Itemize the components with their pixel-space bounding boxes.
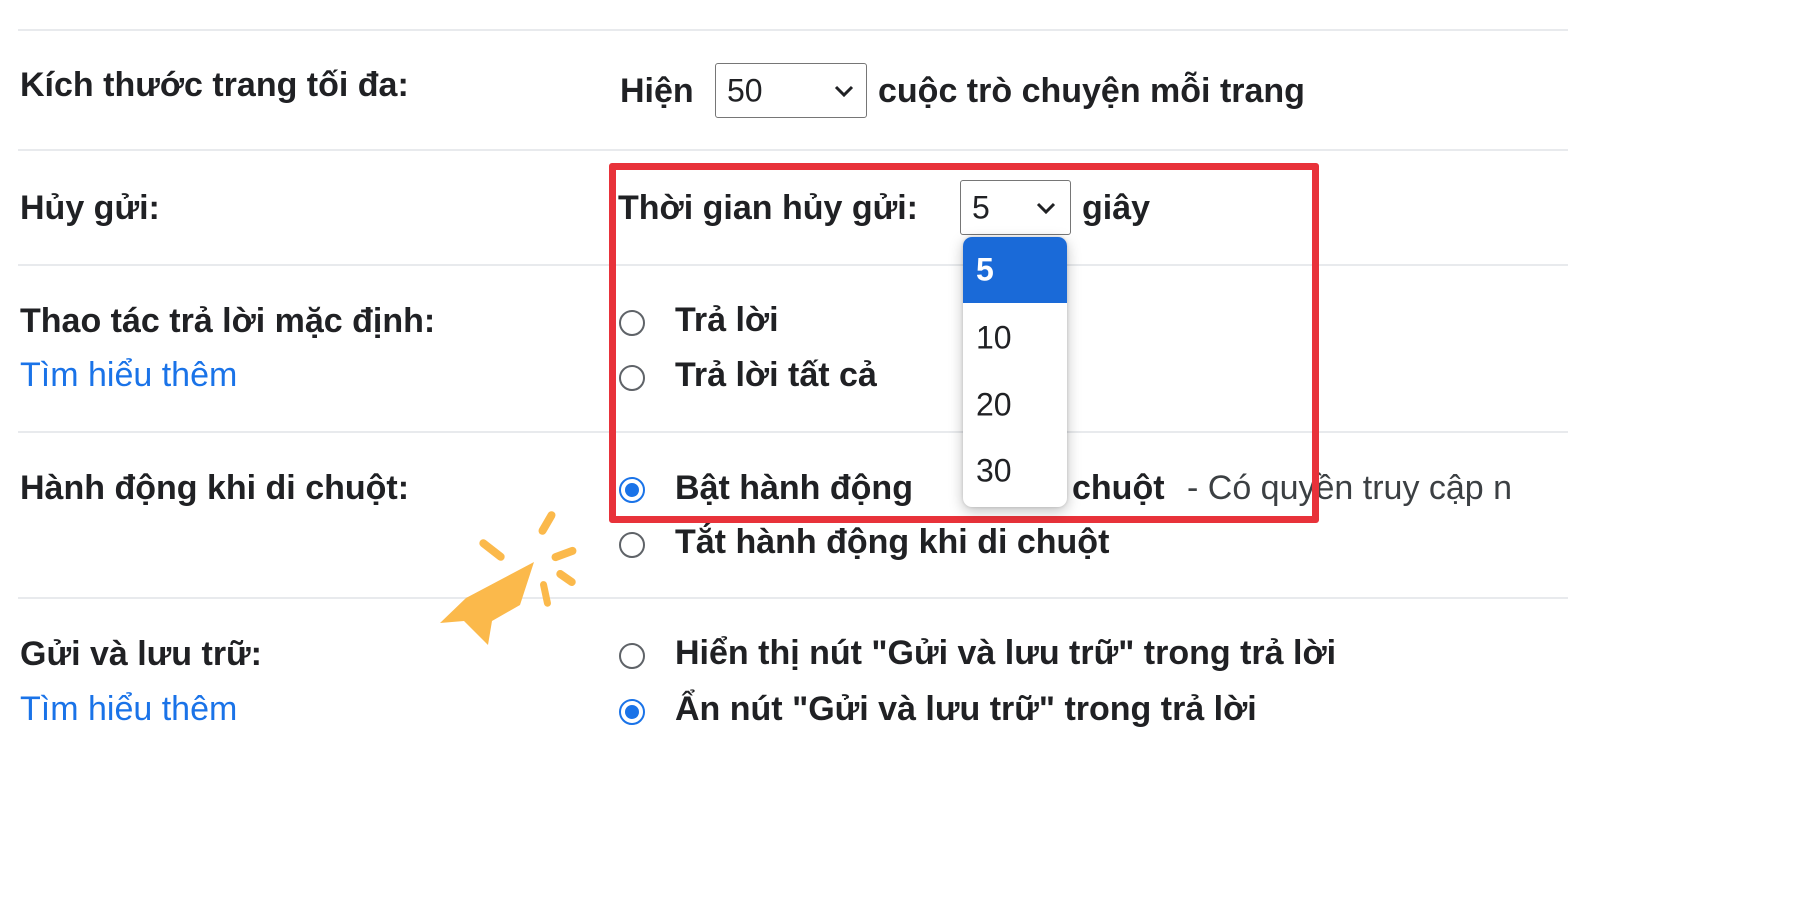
undo-send-select[interactable]: 5 [960, 180, 1071, 235]
reply-default-label: Thao tác trả lời mặc định: [20, 302, 436, 340]
learn-more-link[interactable]: Tìm hiểu thêm [20, 690, 237, 729]
reply-all-option-label: Trả lời tất cả [675, 356, 877, 394]
hover-on-description: - Có quyền truy cập n [1187, 469, 1513, 507]
dropdown-option[interactable]: 10 [963, 305, 1067, 371]
undo-send-suffix: giây [1082, 189, 1151, 227]
show-send-archive-radio[interactable] [619, 643, 645, 669]
hide-send-archive-label: Ẩn nút "Gửi và lưu trữ" trong trả lời [675, 690, 1257, 728]
hover-actions-label: Hành động khi di chuột: [20, 469, 410, 507]
reply-option-label: Trả lời [675, 301, 779, 339]
page-size-value: 50 [727, 72, 763, 108]
page-size-prefix: Hiện [620, 72, 694, 110]
page-size-select[interactable]: 50 [715, 63, 867, 118]
dropdown-option[interactable]: 20 [963, 372, 1067, 438]
hover-off-radio[interactable] [619, 532, 645, 558]
undo-send-prefix: Thời gian hủy gửi: [618, 189, 918, 227]
hide-send-archive-radio[interactable] [619, 699, 645, 725]
divider [18, 264, 1568, 266]
hover-on-label-start: Bật hành động [675, 469, 913, 507]
learn-more-link[interactable]: Tìm hiểu thêm [20, 356, 237, 395]
click-cursor-icon [440, 511, 577, 645]
undo-send-dropdown: 5 10 20 30 [963, 237, 1067, 507]
chevron-down-icon [834, 85, 854, 97]
send-archive-label: Gửi và lưu trữ: [20, 635, 263, 673]
undo-send-label: Hủy gửi: [20, 189, 160, 227]
undo-send-value: 5 [972, 189, 990, 225]
page-size-suffix: cuộc trò chuyện mỗi trang [878, 72, 1305, 110]
divider [18, 431, 1568, 433]
dropdown-option[interactable]: 30 [963, 438, 1067, 504]
divider [18, 597, 1568, 599]
divider [18, 29, 1568, 31]
chevron-down-icon [1036, 202, 1056, 214]
page-size-label: Kích thước trang tối đa: [20, 66, 409, 104]
hover-off-label: Tắt hành động khi di chuột [675, 523, 1110, 561]
hover-on-label-end: chuột [1072, 469, 1165, 507]
reply-radio[interactable] [619, 310, 645, 336]
show-send-archive-label: Hiển thị nút "Gửi và lưu trữ" trong trả … [675, 634, 1337, 672]
reply-all-radio[interactable] [619, 365, 645, 391]
divider [18, 149, 1568, 151]
dropdown-option[interactable]: 5 [963, 237, 1067, 303]
hover-on-radio[interactable] [619, 477, 645, 503]
